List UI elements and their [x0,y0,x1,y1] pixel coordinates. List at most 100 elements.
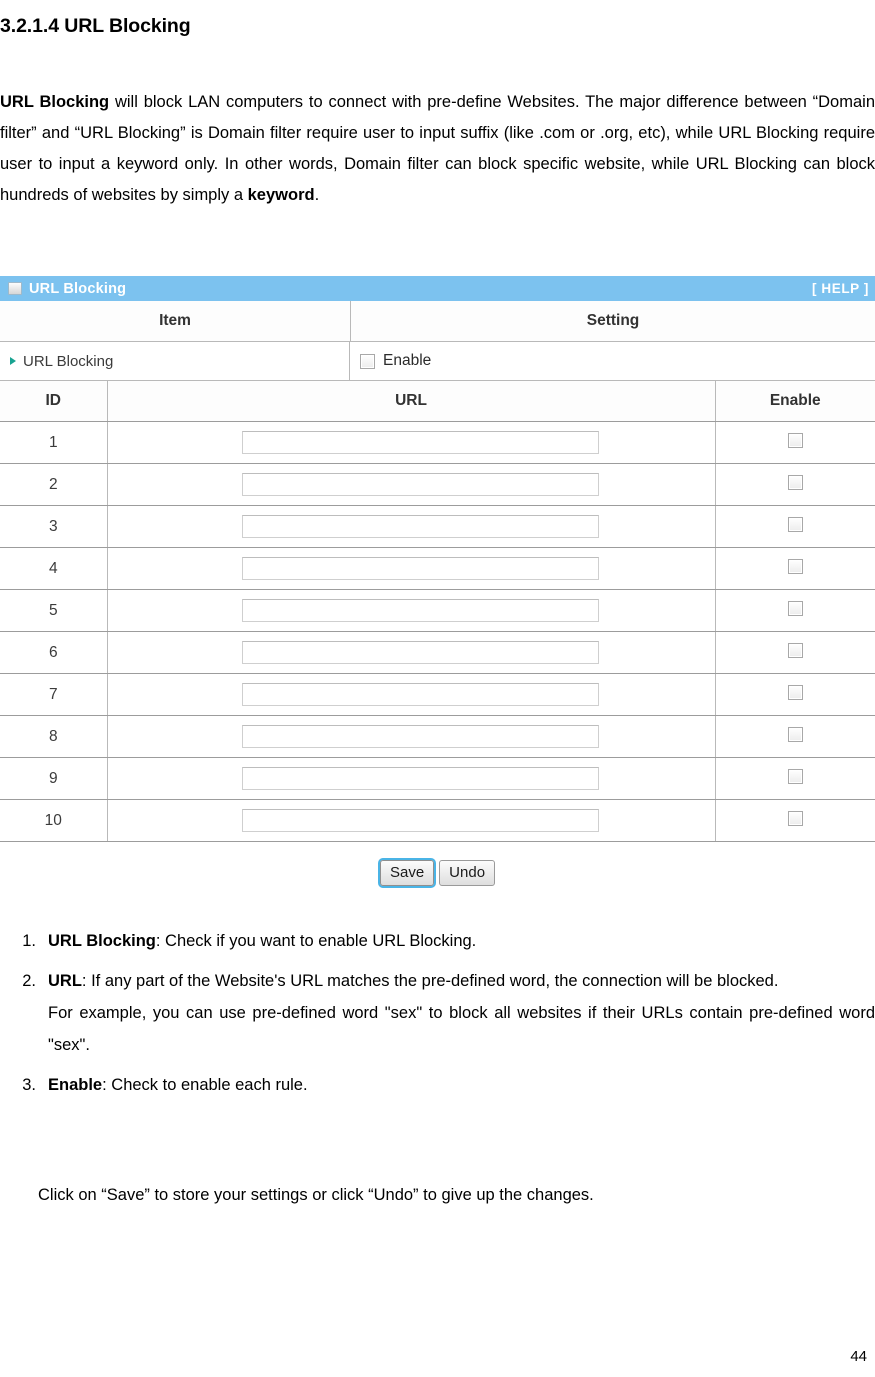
rule-url-cell [107,463,716,506]
url-blocking-row-label-cell: URL Blocking [0,342,350,380]
rule-id-cell: 8 [0,715,108,758]
url-blocking-enable-checkbox[interactable] [360,353,375,369]
url-input-6[interactable] [241,641,599,664]
rule-enable-cell [715,631,875,674]
rule-enable-checkbox-9[interactable] [787,768,803,784]
list-item: 3. Enable: Check to enable each rule. [0,1069,875,1101]
url-blocking-row-setting-cell: Enable [350,342,875,380]
rule-enable-cell [715,673,875,716]
url-blocking-row-label: URL Blocking [23,352,114,370]
table-row: 1 [0,421,875,464]
rule-enable-checkbox-6[interactable] [787,642,803,658]
table-row: 4 [0,547,875,590]
rule-enable-checkbox-2[interactable] [787,474,803,490]
note-body: URL: If any part of the Website's URL ma… [48,965,875,1061]
rule-enable-checkbox-7[interactable] [787,684,803,700]
url-input-10[interactable] [241,809,599,832]
intro-paragraph: URL Blocking will block LAN computers to… [0,87,875,211]
rule-enable-cell [715,547,875,590]
rule-enable-cell [715,715,875,758]
url-input-7[interactable] [241,683,599,706]
url-blocking-enable-label: Enable [383,352,432,369]
rule-url-cell [107,673,716,716]
rule-url-cell [107,799,716,842]
url-input-8[interactable] [241,725,599,748]
note-body: Enable: Check to enable each rule. [48,1069,875,1101]
url-input-5[interactable] [241,599,599,622]
rule-id-cell: 2 [0,463,108,506]
note-term: Enable [48,1076,103,1094]
rule-id-cell: 1 [0,421,108,464]
rule-enable-cell [715,757,875,800]
rule-enable-checkbox-8[interactable] [787,726,803,742]
triangle-right-icon [10,357,16,365]
note-text: : Check if you want to enable URL Blocki… [155,932,477,950]
note-number: 1. [22,932,36,950]
closing-text: Click on “Save” to store your settings o… [38,1186,594,1204]
note-text: : Check to enable each rule. [102,1076,308,1094]
rule-enable-cell [715,463,875,506]
undo-button[interactable]: Undo [439,859,496,886]
url-rules-table: ID URL Enable 1 2 3 4 5 6 7 8 9 10 [0,381,875,842]
note-term: URL Blocking [48,932,156,950]
page-number: 44 [850,1348,867,1365]
intro-body-text: will block LAN computers to connect with… [0,92,875,204]
url-input-2[interactable] [241,473,599,496]
rule-id-cell: 3 [0,505,108,548]
rule-enable-cell [715,589,875,632]
rule-url-cell [107,631,716,674]
url-table-body: 1 2 3 4 5 6 7 8 9 10 [0,421,875,842]
rule-id-cell: 7 [0,673,108,716]
table-row: 6 [0,631,875,674]
table-row: 8 [0,715,875,758]
rule-enable-checkbox-5[interactable] [787,600,803,616]
rule-id-cell: 6 [0,631,108,674]
rule-url-cell [107,757,716,800]
rule-url-cell [107,505,716,548]
note-term: URL [48,972,82,990]
url-input-4[interactable] [241,557,599,580]
note-body: URL Blocking: Check if you want to enabl… [48,925,875,957]
rule-enable-checkbox-1[interactable] [787,432,803,448]
table-row: 2 [0,463,875,506]
column-header-enable: Enable [715,381,875,422]
url-table-header-row: ID URL Enable [0,381,875,422]
notes-list: 1. URL Blocking: Check if you want to ena… [0,925,875,1109]
help-link[interactable]: [ HELP ] [812,281,871,296]
url-input-1[interactable] [241,431,599,454]
table-row: 3 [0,505,875,548]
rule-enable-checkbox-4[interactable] [787,558,803,574]
url-input-3[interactable] [241,515,599,538]
column-header-id: ID [0,381,108,422]
window-icon [8,282,22,295]
rule-enable-cell [715,799,875,842]
rule-id-cell: 9 [0,757,108,800]
intro-bold-tail: keyword [247,185,315,204]
rule-id-cell: 4 [0,547,108,590]
note-number: 3. [22,1076,36,1094]
table-row: 5 [0,589,875,632]
table-row: 7 [0,673,875,716]
table-row: 9 [0,757,875,800]
table-row: 10 [0,799,875,842]
column-header-item: Item [0,301,351,341]
url-blocking-enable-row: URL Blocking Enable [0,342,875,381]
note-text: : If any part of the Website's URL match… [81,972,779,990]
list-item: 1. URL Blocking: Check if you want to ena… [0,925,875,957]
rule-url-cell [107,715,716,758]
column-header-url: URL [107,381,716,422]
rule-enable-cell [715,421,875,464]
panel-titlebar: URL Blocking [ HELP ] [0,276,875,301]
list-item: 2. URL: If any part of the Website's URL … [0,965,875,1061]
intro-period: . [314,185,320,204]
panel-button-bar: Save Undo [0,842,875,897]
document-page: 3.2.1.4 URL Blocking URL Blocking will b… [0,0,875,1377]
url-input-9[interactable] [241,767,599,790]
intro-bold-lead: URL Blocking [0,92,110,111]
rule-enable-checkbox-10[interactable] [787,810,803,826]
item-setting-header-row: Item Setting [0,301,875,342]
save-button[interactable]: Save [379,859,435,886]
rule-enable-checkbox-3[interactable] [787,516,803,532]
page-title: 3.2.1.4 URL Blocking [0,15,191,38]
url-blocking-panel: URL Blocking [ HELP ] Item Setting URL B… [0,276,875,897]
